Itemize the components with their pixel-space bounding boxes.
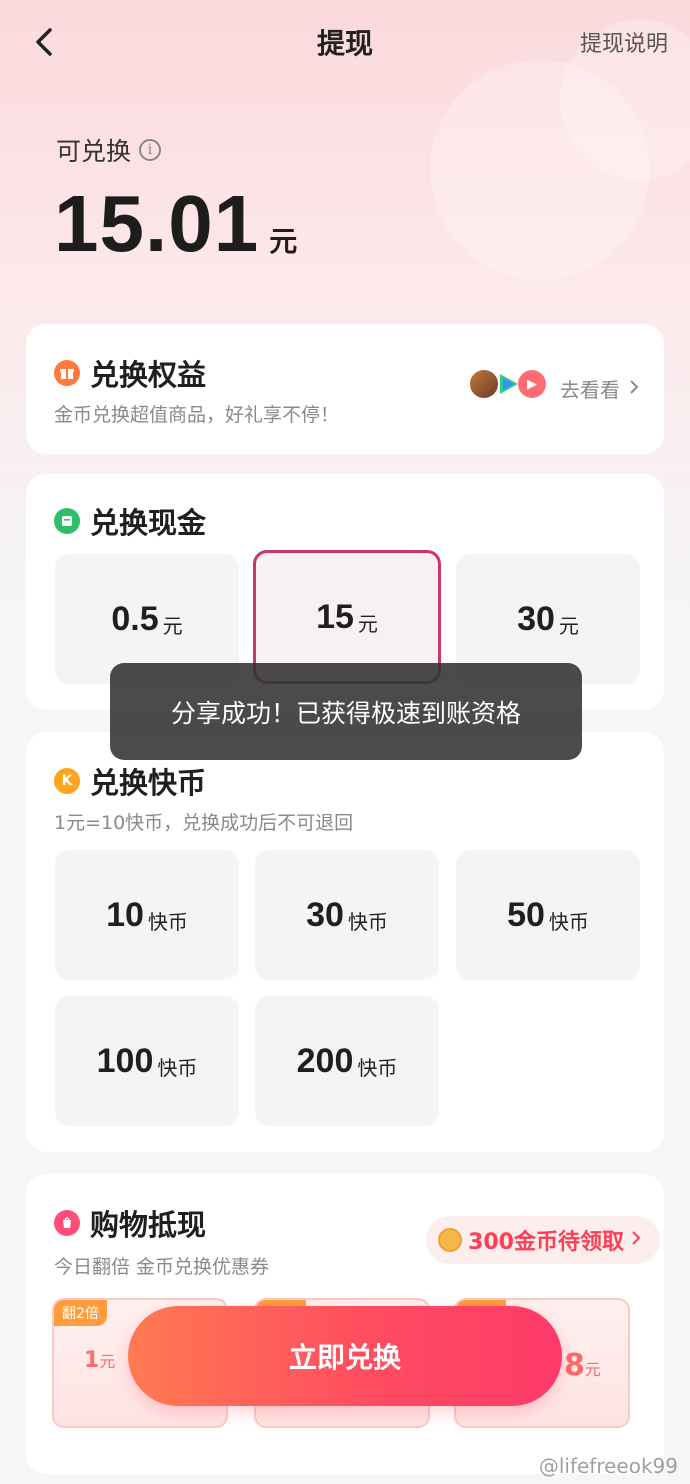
benefits-card[interactable]: 兑换权益 金币兑换超值商品，好礼享不停！ ▶ 去看看	[26, 324, 664, 454]
kuaibi-option-value: 50	[507, 895, 545, 934]
cash-option-unit: 元	[558, 613, 579, 638]
kuaibi-subtitle: 1元=10快币，兑换成功后不可退回	[54, 812, 354, 834]
back-button[interactable]	[26, 22, 66, 62]
kuaibi-title-row: K 兑换快币	[54, 760, 206, 802]
kuaibi-option-unit: 快币	[347, 909, 388, 934]
kuaibi-option[interactable]: 30 快币	[255, 850, 439, 980]
kuaibi-option-value: 30	[306, 895, 344, 934]
coupon-tag: 翻2倍	[54, 1300, 107, 1326]
shopping-subtitle: 今日翻倍 金币兑换优惠券	[54, 1256, 270, 1278]
watermark-text: @lifefreeok99	[538, 1454, 678, 1478]
cash-title-row: 兑换现金	[54, 500, 206, 542]
kuaibi-option[interactable]: 50 快币	[456, 850, 640, 980]
cash-option-value: 15	[316, 597, 354, 636]
withdraw-help-link[interactable]: 提现说明	[580, 26, 668, 58]
gold-coin-icon	[438, 1228, 463, 1252]
shopping-title: 购物抵现	[90, 1208, 207, 1242]
chevron-right-icon	[630, 1228, 642, 1253]
kuaibi-option[interactable]: 200 快币	[255, 996, 439, 1126]
kuaibi-option-value: 200	[296, 1041, 354, 1080]
balance-label: 可兑换	[56, 137, 132, 166]
toast-message: 分享成功！已获得极速到账资格	[110, 663, 582, 760]
cash-icon	[54, 508, 80, 534]
kuaibi-option-unit: 快币	[548, 909, 589, 934]
balance-label-row: 可兑换 i	[56, 132, 162, 168]
benefits-subtitle: 金币兑换超值商品，好礼享不停！	[54, 404, 340, 426]
shopping-bag-icon	[54, 1210, 80, 1236]
cash-option-value: 0.5	[111, 599, 159, 638]
benefits-title: 兑换权益	[90, 358, 207, 392]
video-app-icon: ▶	[518, 370, 546, 398]
kuaibi-option-unit: 快币	[157, 1055, 198, 1080]
balance-value: 15.01	[54, 179, 260, 268]
balance-amount: 15.01 元	[54, 178, 297, 270]
chevron-left-icon	[36, 28, 52, 56]
cash-option-unit: 元	[357, 611, 378, 636]
chevron-right-icon	[628, 377, 640, 401]
kuaibi-option-unit: 快币	[357, 1055, 398, 1080]
pending-coins-button[interactable]: 300金币待领取	[426, 1216, 660, 1264]
benefits-go-link[interactable]: 去看看	[560, 374, 640, 403]
shopping-title-row: 购物抵现	[54, 1202, 206, 1244]
gift-icon	[54, 360, 80, 386]
balance-unit: 元	[269, 225, 298, 258]
k-coin-icon: K	[54, 768, 80, 794]
benefits-preview-icons: ▶	[468, 368, 546, 400]
redeem-now-button[interactable]: 立即兑换	[128, 1306, 562, 1406]
cash-option-unit: 元	[162, 613, 183, 638]
kuaibi-option-unit: 快币	[147, 909, 188, 934]
benefits-link-label: 去看看	[560, 378, 620, 402]
coupon-amount: 8元	[564, 1348, 601, 1383]
kuaibi-option[interactable]: 10 快币	[55, 850, 239, 980]
kuaibi-option-value: 100	[96, 1041, 154, 1080]
info-icon[interactable]: i	[139, 139, 162, 161]
coupon-amount: 1元	[84, 1348, 116, 1373]
cash-option-value: 30	[517, 599, 555, 638]
pending-coins-label: 300金币待领取	[468, 1230, 624, 1255]
cash-title: 兑换现金	[90, 506, 207, 540]
benefits-title-row: 兑换权益	[54, 352, 206, 394]
page-title: 提现	[316, 27, 373, 60]
kuaibi-option-value: 10	[106, 895, 144, 934]
kuaibi-option[interactable]: 100 快币	[55, 996, 239, 1126]
top-bar: 提现 提现说明	[0, 0, 690, 84]
kuaibi-title: 兑换快币	[90, 766, 207, 800]
